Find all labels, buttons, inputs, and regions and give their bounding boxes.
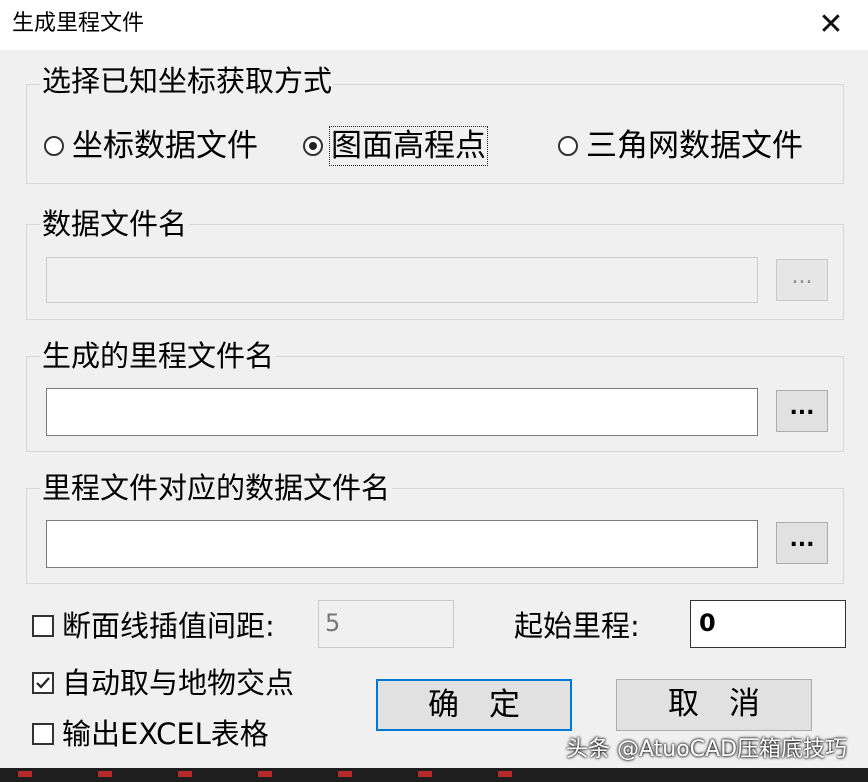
- data-file-browse-button[interactable]: ...: [776, 259, 828, 301]
- data-file-input[interactable]: [46, 257, 758, 303]
- radio-elevation-points[interactable]: 图面高程点: [303, 126, 488, 166]
- export-excel-label: 输出EXCEL表格: [62, 717, 269, 751]
- mapping-file-legend: 里程文件对应的数据文件名: [40, 471, 393, 505]
- start-mileage-input[interactable]: 0: [690, 600, 846, 648]
- radio-button-selected[interactable]: [303, 136, 323, 156]
- title-bar: 生成里程文件 ✕: [0, 0, 868, 50]
- mileage-file-browse-button[interactable]: ...: [776, 390, 828, 432]
- auto-intersect-label: 自动取与地物交点: [62, 666, 295, 700]
- export-excel-checkbox[interactable]: [32, 723, 54, 745]
- cancel-button[interactable]: 取消: [616, 679, 812, 731]
- interval-label: 断面线插值间距:: [62, 609, 275, 643]
- radio-coordinate-file[interactable]: 坐标数据文件: [44, 128, 258, 164]
- mapping-file-browse-button[interactable]: ...: [776, 522, 828, 564]
- interval-checkbox-row[interactable]: 断面线插值间距:: [32, 609, 275, 643]
- mileage-file-input[interactable]: [46, 388, 758, 436]
- radio-button[interactable]: [44, 136, 64, 156]
- check-mark-icon: [36, 677, 50, 689]
- start-mileage-label: 起始里程:: [514, 609, 640, 643]
- interval-checkbox[interactable]: [32, 615, 54, 637]
- mileage-file-legend: 生成的里程文件名: [40, 339, 277, 373]
- mapping-file-input[interactable]: [46, 520, 758, 568]
- radio-label: 图面高程点: [329, 126, 488, 166]
- radio-tin-file[interactable]: 三角网数据文件: [558, 128, 803, 164]
- radio-label: 坐标数据文件: [72, 128, 258, 164]
- data-file-legend: 数据文件名: [40, 207, 190, 241]
- radio-button[interactable]: [558, 136, 578, 156]
- ok-button[interactable]: 确定: [376, 679, 572, 731]
- watermark-text: 头条 @AtuoCAD压箱底技巧: [566, 737, 848, 762]
- bottom-strip: [0, 768, 868, 782]
- window-title: 生成里程文件: [12, 11, 145, 36]
- export-excel-row[interactable]: 输出EXCEL表格: [32, 717, 269, 751]
- radio-label: 三角网数据文件: [586, 128, 803, 164]
- close-icon[interactable]: ✕: [808, 6, 854, 44]
- auto-intersect-checkbox[interactable]: [32, 672, 54, 694]
- interval-input[interactable]: 5: [318, 600, 454, 648]
- auto-intersect-row[interactable]: 自动取与地物交点: [32, 666, 294, 700]
- mode-group-legend: 选择已知坐标获取方式: [40, 64, 335, 98]
